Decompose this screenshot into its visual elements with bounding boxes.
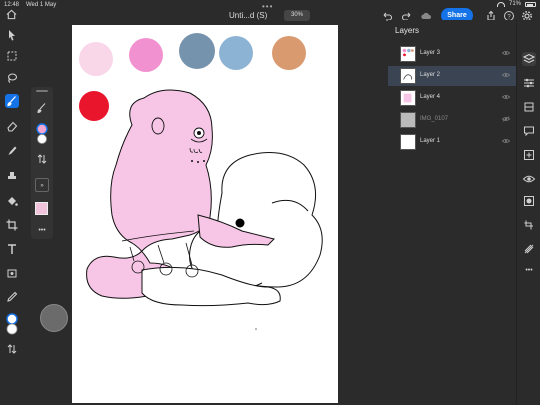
brush-size-icon[interactable]: »	[35, 178, 49, 192]
panel-background-color[interactable]	[35, 132, 49, 146]
swatch-6	[79, 91, 109, 121]
layer-mask-icon[interactable]	[522, 194, 536, 208]
layer-row[interactable]: Layer 4	[388, 88, 516, 108]
smudge-tool-icon[interactable]	[5, 144, 19, 158]
layer-name: IMG_0107	[420, 116, 449, 122]
layer-thumbnail	[400, 134, 416, 150]
transform-tool-icon[interactable]	[5, 266, 19, 280]
merge-icon[interactable]	[522, 242, 536, 256]
document-title[interactable]: Unti...d (S)	[229, 11, 267, 20]
swatch-2	[129, 38, 163, 72]
layer-name: Layer 4	[420, 94, 441, 100]
eraser-tool-icon[interactable]	[5, 119, 19, 133]
layer-row[interactable]: Layer 1	[388, 132, 516, 152]
layer-properties-icon[interactable]	[522, 100, 536, 114]
layer-name: Layer 3	[420, 50, 441, 56]
zoom-level[interactable]: 30%	[284, 10, 310, 21]
home-icon[interactable]	[6, 9, 17, 20]
comment-icon[interactable]	[522, 124, 536, 138]
swap-colors-icon[interactable]	[35, 152, 49, 166]
lasso-tool-icon[interactable]	[5, 71, 19, 85]
swatch-1	[79, 42, 113, 76]
text-tool-icon[interactable]	[5, 242, 19, 256]
document-canvas[interactable]	[72, 25, 338, 403]
right-rail: •••	[516, 20, 540, 405]
layers-panel: Layers Layer 3 Layer 2 Layer 4 IMG_0107 Laye…	[388, 20, 516, 405]
panel-grip[interactable]	[36, 90, 48, 92]
add-layer-icon[interactable]	[522, 148, 536, 162]
brush-settings-icon[interactable]	[35, 101, 49, 115]
brush-options-panel: » •••	[31, 87, 53, 239]
swap-colors-icon[interactable]	[5, 342, 19, 356]
layer-thumbnail	[400, 46, 416, 62]
background-color-chip[interactable]	[6, 322, 18, 335]
visibility-icon[interactable]	[502, 138, 510, 144]
clipping-mask-icon[interactable]	[522, 218, 536, 232]
layer-thumbnail	[400, 68, 416, 84]
crop-tool-icon[interactable]	[5, 218, 19, 232]
artwork-canvas	[79, 33, 323, 330]
touch-modifier-button[interactable]	[40, 304, 68, 332]
layer-thumbnail	[400, 90, 416, 106]
more-options-icon[interactable]: •••	[35, 224, 49, 238]
layers-panel-icon[interactable]	[522, 52, 536, 66]
eyedropper-tool-icon[interactable]	[5, 290, 19, 304]
layer-row[interactable]: Layer 3	[388, 44, 516, 64]
clone-stamp-tool-icon[interactable]	[5, 169, 19, 183]
layer-row[interactable]: Layer 2	[388, 66, 516, 86]
layer-thumbnail	[400, 112, 416, 128]
swatch-5	[272, 36, 306, 70]
visibility-icon[interactable]	[502, 72, 510, 78]
left-toolbar	[0, 24, 24, 364]
visibility-icon[interactable]	[522, 172, 536, 186]
fill-tool-icon[interactable]	[5, 194, 19, 208]
swatch-3	[179, 33, 215, 69]
layer-name: Layer 1	[420, 138, 441, 144]
brush-color-swatch[interactable]	[35, 202, 49, 216]
adjustments-icon[interactable]	[522, 76, 536, 90]
brush-tool-icon[interactable]	[5, 94, 19, 108]
visibility-icon[interactable]	[502, 94, 510, 100]
pointer-tool-icon[interactable]	[5, 28, 19, 42]
layer-row[interactable]: IMG_0107	[388, 110, 516, 130]
layers-title: Layers	[395, 26, 420, 35]
swatch-4	[219, 36, 253, 70]
visibility-off-icon[interactable]	[502, 116, 510, 122]
visibility-icon[interactable]	[502, 50, 510, 56]
layer-name: Layer 2	[420, 72, 441, 78]
app-window: 12:48 Wed 1 May 71% ••• Unti...d (S) 30%…	[0, 0, 540, 405]
more-layer-options-icon[interactable]: •••	[522, 264, 536, 278]
select-tool-icon[interactable]	[5, 49, 19, 63]
